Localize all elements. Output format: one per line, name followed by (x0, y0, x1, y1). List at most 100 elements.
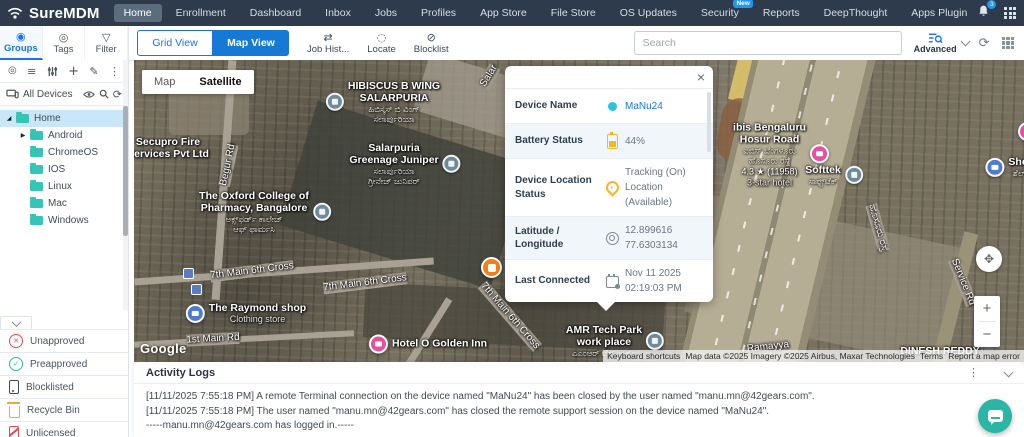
select-check-icon[interactable]: ◎ (8, 66, 17, 76)
nav-item-inbox[interactable]: Inbox (315, 4, 361, 22)
poi-dot-icon[interactable] (845, 166, 863, 184)
groups-sidebar: ◎ ≡ + ✎ ⋮ All Devices ⟳ ◢Home▶Andro (0, 60, 129, 437)
nav-item-security[interactable]: SecurityNew (691, 4, 749, 22)
sidebar-collapse-tab[interactable] (0, 316, 32, 330)
nav-item-app-store[interactable]: App Store (470, 4, 537, 22)
nav-item-home[interactable]: Home (114, 4, 162, 22)
zoom-in-button[interactable]: + (974, 296, 1000, 321)
bus-stop-icon[interactable] (183, 268, 194, 279)
map-type-map[interactable]: Map (142, 70, 187, 94)
search-input[interactable] (634, 31, 902, 55)
sub-line: Clothing store (209, 314, 306, 324)
poi-marker-orange[interactable] (481, 257, 502, 278)
pink-pin-icon[interactable] (369, 335, 388, 354)
action-blocklist[interactable]: ⊘Blocklist (408, 32, 455, 55)
nav-item-file-store[interactable]: File Store (541, 4, 606, 22)
zoom-out-button[interactable]: − (974, 322, 1000, 347)
tree-item-home[interactable]: ◢Home (0, 110, 128, 127)
attribution-link[interactable]: Keyboard shortcuts (607, 351, 680, 361)
suremdm-logo[interactable]: SureMDM (0, 5, 114, 22)
blue-pin-icon[interactable] (985, 158, 1004, 177)
chevron-down-icon (960, 37, 970, 47)
popup-scrollbar[interactable] (707, 92, 711, 152)
map-label-shel: Shelಶೆಲ್ (985, 156, 1024, 178)
tree-item-android[interactable]: ▶ Android (0, 127, 128, 144)
advanced-search-button[interactable]: Advanced (914, 32, 967, 54)
list-icon[interactable]: ≡ (27, 66, 36, 77)
tree-item-chromeos[interactable]: ChromeOS (0, 144, 128, 161)
column-settings-icon[interactable] (1002, 37, 1015, 50)
circle-check-icon: ✓ (9, 357, 23, 371)
tree-item-mac[interactable]: Mac (0, 195, 128, 212)
attribution-link[interactable]: Terms (920, 351, 943, 361)
poi-dot-icon[interactable] (443, 155, 461, 173)
device-info-popup: × Device NameMaNu24Battery Status44%Devi… (505, 66, 713, 302)
search-icon[interactable] (99, 89, 109, 99)
tab-filter[interactable]: ▽Filter (85, 26, 128, 60)
tree-expander-icon[interactable]: ◢ (4, 115, 14, 122)
map-pan-control[interactable]: ✥ (976, 246, 1002, 272)
chat-icon (988, 410, 1003, 422)
blue-pin-icon[interactable] (186, 304, 205, 323)
logs-kebab-icon[interactable]: ⋮ (968, 367, 979, 378)
nav-item-enrollment[interactable]: Enrollment (166, 4, 236, 22)
action-locate[interactable]: ◌Locate (361, 32, 402, 55)
tab-groups[interactable]: ◉Groups (0, 26, 43, 60)
tree-item-ios[interactable]: IOS (0, 161, 128, 178)
sidebar-scrollbar[interactable] (123, 60, 128, 310)
action-jobhist[interactable]: ⇄Job Hist... (301, 32, 355, 55)
sidebar-item-unlicensed[interactable]: Unlicensed (0, 421, 128, 437)
sidebar-item-preapproved[interactable]: ✓Preapproved (0, 352, 128, 375)
sidebar-item-label: Unapproved (30, 336, 84, 347)
sidebar-item-unapproved[interactable]: ✕Unapproved (0, 329, 128, 352)
tree-item-linux[interactable]: Linux (0, 178, 128, 195)
close-icon[interactable]: × (697, 70, 705, 84)
nav-item-reports[interactable]: Reports (753, 4, 810, 22)
nav-item-dashboard[interactable]: Dashboard (240, 4, 311, 22)
more-kebab-icon[interactable]: ⋮ (109, 66, 120, 77)
eye-icon[interactable] (83, 90, 95, 99)
logs-collapse-chevron-icon[interactable] (1004, 368, 1014, 378)
jobhist-icon: ⇄ (324, 32, 333, 43)
advanced-label: Advanced (914, 44, 957, 54)
tab-label: Groups (4, 43, 38, 54)
folder-icon (30, 165, 43, 174)
bus-stop-icon[interactable] (191, 284, 202, 295)
poi-dot-icon[interactable] (646, 332, 664, 350)
notifications-bell-icon[interactable]: 3 (977, 4, 990, 22)
nav-item-apps-plugin[interactable]: Apps Plugin (901, 4, 977, 22)
nav-item-jobs[interactable]: Jobs (365, 4, 407, 22)
satellite-map[interactable]: SalarHIBISCUS B WINGSALARPURIAಹಿಬಿಸ್ಕಸ್ … (134, 60, 1024, 362)
pink-pin-icon[interactable] (810, 145, 829, 164)
support-chat-button[interactable] (978, 399, 1012, 433)
nav-item-deepthought[interactable]: DeepThought (814, 4, 898, 22)
tree-label: Android (48, 130, 82, 141)
settings-sliders-icon[interactable] (47, 66, 58, 77)
map-type-satellite[interactable]: Satellite (187, 70, 253, 94)
trash-icon (9, 406, 20, 418)
popup-row-value: Tracking (On)Location (Available) (625, 165, 705, 210)
map-label-text: ibis BengaluruHosur Roadಐಬಿಸ್ ಬೆಂಗಳೂರುಹೊ… (733, 121, 806, 187)
nav-item-profiles[interactable]: Profiles (411, 4, 466, 22)
grid-view-button[interactable]: Grid View (137, 30, 213, 56)
refresh-icon[interactable]: ⟳ (979, 37, 990, 50)
blocklist-icon: ⊘ (427, 32, 436, 43)
edit-pencil-icon[interactable]: ✎ (89, 66, 98, 77)
sidebar-item-recycle-bin[interactable]: Recycle Bin (0, 398, 128, 421)
app-launcher-icon[interactable] (1004, 7, 1016, 19)
poi-dot-icon[interactable] (313, 203, 331, 221)
refresh-icon[interactable]: ⟳ (113, 89, 122, 100)
all-devices-row[interactable]: All Devices ⟳ (0, 83, 128, 106)
attribution-link[interactable]: Report a map error (948, 351, 1020, 361)
add-group-icon[interactable]: + (68, 65, 79, 78)
map-view-button[interactable]: Map View (213, 30, 289, 56)
tree-expander-icon[interactable]: ▶ (18, 132, 28, 139)
tab-tags[interactable]: ◎Tags (43, 26, 86, 60)
crosshair-icon (606, 232, 619, 245)
tree-item-windows[interactable]: Windows (0, 212, 128, 229)
device-name-link[interactable]: MaNu24 (625, 99, 663, 114)
poi-dot-icon[interactable] (326, 93, 344, 111)
nav-item-os-updates[interactable]: OS Updates (610, 4, 687, 22)
tree-label: Linux (48, 181, 72, 192)
sidebar-item-blocklisted[interactable]: Blocklisted (0, 375, 128, 398)
